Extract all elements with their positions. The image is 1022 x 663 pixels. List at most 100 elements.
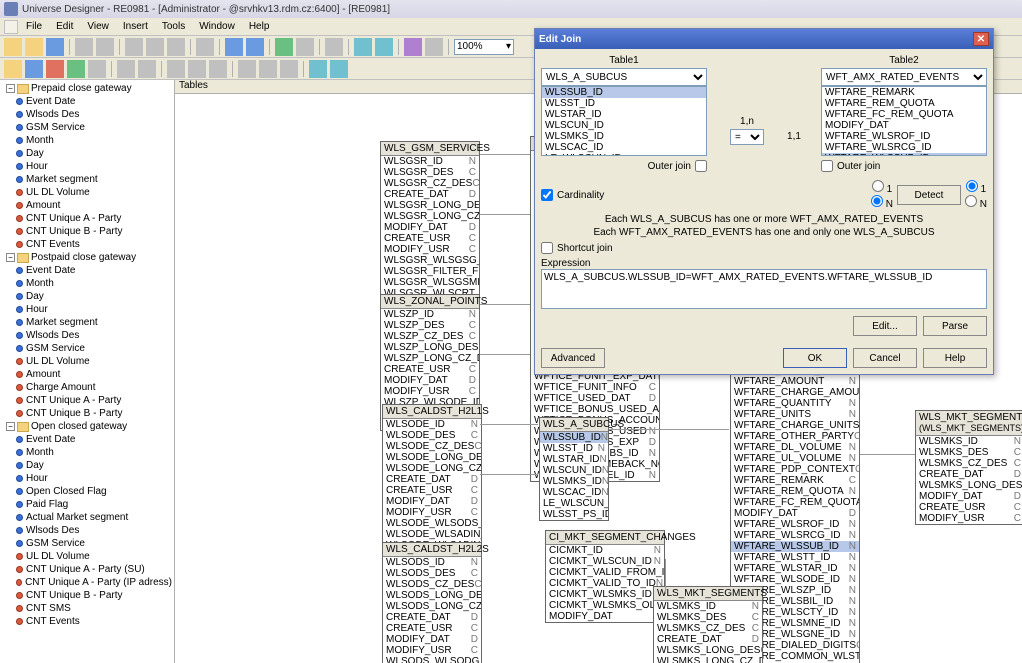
table-column[interactable]: WFTARE_OTHER_PARTYC xyxy=(731,431,859,442)
tree-item[interactable]: Wlsods Des xyxy=(2,108,172,121)
collapse-icon[interactable]: − xyxy=(6,84,15,93)
universe-tree[interactable]: −Prepaid close gateway Event Date Wlsods D… xyxy=(0,80,175,663)
advanced-button[interactable]: Advanced xyxy=(541,348,605,368)
tree-item[interactable]: Day xyxy=(2,290,172,303)
tree-item[interactable]: Event Date xyxy=(2,264,172,277)
outer-join-2-checkbox[interactable] xyxy=(821,160,833,172)
table-column[interactable]: WFTARE_CHARGE_AMOUNTN xyxy=(731,387,859,398)
table-column[interactable]: WLSMKS_LONG_DESC xyxy=(916,480,1022,491)
tree-item[interactable]: CNT Unique A - Party xyxy=(2,394,172,407)
hide-icon[interactable] xyxy=(188,60,206,78)
card-right-n-radio[interactable] xyxy=(965,195,977,207)
schema-table-mktal[interactable]: WLS_MKT_SEGMENTS_AL(WLS_MKT_SEGMENTS) WLS… xyxy=(915,410,1022,525)
table-column[interactable]: WLSGSR_CZ_DESC xyxy=(381,178,479,189)
tree-item[interactable]: CNT Unique B - Party xyxy=(2,589,172,602)
menu-grip[interactable] xyxy=(4,20,18,34)
table-column[interactable]: WLSGSR_LONG_DESC xyxy=(381,200,479,211)
table-title[interactable]: WLS_MKT_SEGMENTS_AL(WLS_MKT_SEGMENTS) xyxy=(916,411,1022,436)
table-column[interactable]: LE_WLSCUN_IDN xyxy=(540,498,608,509)
card-left-1-radio[interactable] xyxy=(872,180,884,192)
table-column[interactable]: WLSODE_LONG_DESC xyxy=(383,452,481,463)
table-column[interactable]: WLSZP_LONG_DESC xyxy=(381,342,479,353)
cancel-button[interactable]: Cancel xyxy=(853,348,917,368)
table-column[interactable]: WFTARE_QUANTITYN xyxy=(731,398,859,409)
listbox-item[interactable]: WFTARE_REM_QUOTA xyxy=(822,98,986,109)
tree-item[interactable]: UL DL Volume xyxy=(2,186,172,199)
schema-table-gsm[interactable]: WLS_GSM_SERVICESWLSGSR_IDNWLSGSR_DESCWLS… xyxy=(380,141,480,311)
card-left-n-radio[interactable] xyxy=(871,195,883,207)
insert-cond-icon[interactable] xyxy=(88,60,106,78)
table-column[interactable]: WLSODE_IDN xyxy=(383,419,481,430)
table-column[interactable]: WLSMKS_DESC xyxy=(916,447,1022,458)
table-column[interactable]: WFTARE_REMARKC xyxy=(731,475,859,486)
shortcut-join-checkbox[interactable] xyxy=(541,242,553,254)
table-title[interactable]: WLS_MKT_SEGMENTS xyxy=(654,587,762,601)
table-column[interactable]: WLSODS_IDN xyxy=(383,557,481,568)
table-column[interactable]: WLSST_IDN xyxy=(540,443,608,454)
new-icon[interactable] xyxy=(4,38,22,56)
tree-item[interactable]: CNT Unique A - Party (IP adress) xyxy=(2,576,172,589)
table-column[interactable]: CICMKT_WLSCUN_IDN xyxy=(546,556,664,567)
tree-item[interactable]: Month xyxy=(2,277,172,290)
menu-tools[interactable]: Tools xyxy=(156,21,191,32)
table-column[interactable]: WLSMKS_DESC xyxy=(654,612,762,623)
table-icon[interactable] xyxy=(354,38,372,56)
redo-icon[interactable] xyxy=(246,38,264,56)
table-column[interactable]: MODIFY_DATD xyxy=(546,611,664,622)
table-column[interactable]: WLSTAR_IDN xyxy=(540,454,608,465)
table-column[interactable]: WFTARE_DL_VOLUMEN xyxy=(731,442,859,453)
outer-join-1-checkbox[interactable] xyxy=(695,160,707,172)
table-column[interactable]: WFTICE_BONUS_USED_ALLN xyxy=(531,404,659,415)
table-column[interactable]: CREATE_DATD xyxy=(654,634,762,645)
detect-context-icon[interactable] xyxy=(280,60,298,78)
tree-item[interactable]: Open Closed Flag xyxy=(2,485,172,498)
tree-item[interactable]: Amount xyxy=(2,199,172,212)
detect-button[interactable]: Detect xyxy=(897,185,961,205)
params-icon[interactable] xyxy=(404,38,422,56)
tree-item[interactable]: Market segment xyxy=(2,173,172,186)
listbox-item[interactable]: WFTARE_REMARK xyxy=(822,87,986,98)
cut-icon[interactable] xyxy=(125,38,143,56)
table-column[interactable]: WLSMKS_IDN xyxy=(540,476,608,487)
tree-folder[interactable]: −Prepaid close gateway xyxy=(2,82,172,95)
table-column[interactable]: WLSODE_WLSADIN_A1_IDN xyxy=(383,529,481,540)
table-column[interactable]: WLSGSR_DESC xyxy=(381,167,479,178)
table-column[interactable]: WFTARE_UL_VOLUMEN xyxy=(731,453,859,464)
table-column[interactable]: WLSCUN_IDN xyxy=(540,465,608,476)
menu-edit[interactable]: Edit xyxy=(50,21,79,32)
table-column[interactable]: WFTARE_REM_QUOTAN xyxy=(731,486,859,497)
table-column[interactable]: WFTARE_CHARGE_UNITSN xyxy=(731,420,859,431)
tree-folder[interactable]: −Open closed gateway xyxy=(2,420,172,433)
tree-item[interactable]: Wlsods Des xyxy=(2,524,172,537)
schema-table-caldst2[interactable]: WLS_CALDST_H2L2SWLSODS_IDNWLSODS_DESCWLS… xyxy=(382,542,482,663)
table-column[interactable]: CREATE_USRC xyxy=(381,233,479,244)
table-column[interactable]: WFTARE_WLSRCG_IDN xyxy=(731,530,859,541)
table-column[interactable]: WLSODS_WLSODG_IDN xyxy=(383,656,481,663)
join-operator-select[interactable]: = xyxy=(730,129,764,145)
table-title[interactable]: WLS_A_SUBCUS xyxy=(540,418,608,432)
table-column[interactable]: WLSODE_LONG_CZ_DESC xyxy=(383,463,481,474)
table-column[interactable]: WLSGSR_WLSGSMP_IDN xyxy=(381,277,479,288)
table-column[interactable]: WFTARE_PDP_CONTEXTC xyxy=(731,464,859,475)
table-column[interactable]: WLSMKS_IDN xyxy=(654,601,762,612)
tree-item[interactable]: Event Date xyxy=(2,433,172,446)
tree-item[interactable]: Month xyxy=(2,134,172,147)
undo-icon[interactable] xyxy=(225,38,243,56)
table-column[interactable]: MODIFY_USRC xyxy=(383,645,481,656)
ok-button[interactable]: OK xyxy=(783,348,847,368)
tree-item[interactable]: Day xyxy=(2,147,172,160)
close-icon[interactable]: ✕ xyxy=(973,32,989,46)
table-column[interactable]: WLSZP_LONG_CZ_DESC xyxy=(381,353,479,364)
menu-help[interactable]: Help xyxy=(243,21,276,32)
table-column[interactable]: WFTARE_WLSODE_IDN xyxy=(731,574,859,585)
copy-icon[interactable] xyxy=(146,38,164,56)
listbox-item[interactable]: WFTARE_WLSSUB_ID xyxy=(822,153,986,156)
table-column[interactable]: WFTARE_FC_REM_QUOTAN xyxy=(731,497,859,508)
parse-button[interactable]: Parse xyxy=(923,316,987,336)
table-title[interactable]: WLS_GSM_SERVICES xyxy=(381,142,479,156)
schema-table-caldst[interactable]: WLS_CALDST_H2L1SWLSODE_IDNWLSODE_DESCWLS… xyxy=(382,404,482,563)
tree-item[interactable]: Hour xyxy=(2,303,172,316)
arrange-icon[interactable] xyxy=(117,60,135,78)
menu-window[interactable]: Window xyxy=(193,21,241,32)
table-column[interactable]: MODIFY_DATD xyxy=(383,634,481,645)
